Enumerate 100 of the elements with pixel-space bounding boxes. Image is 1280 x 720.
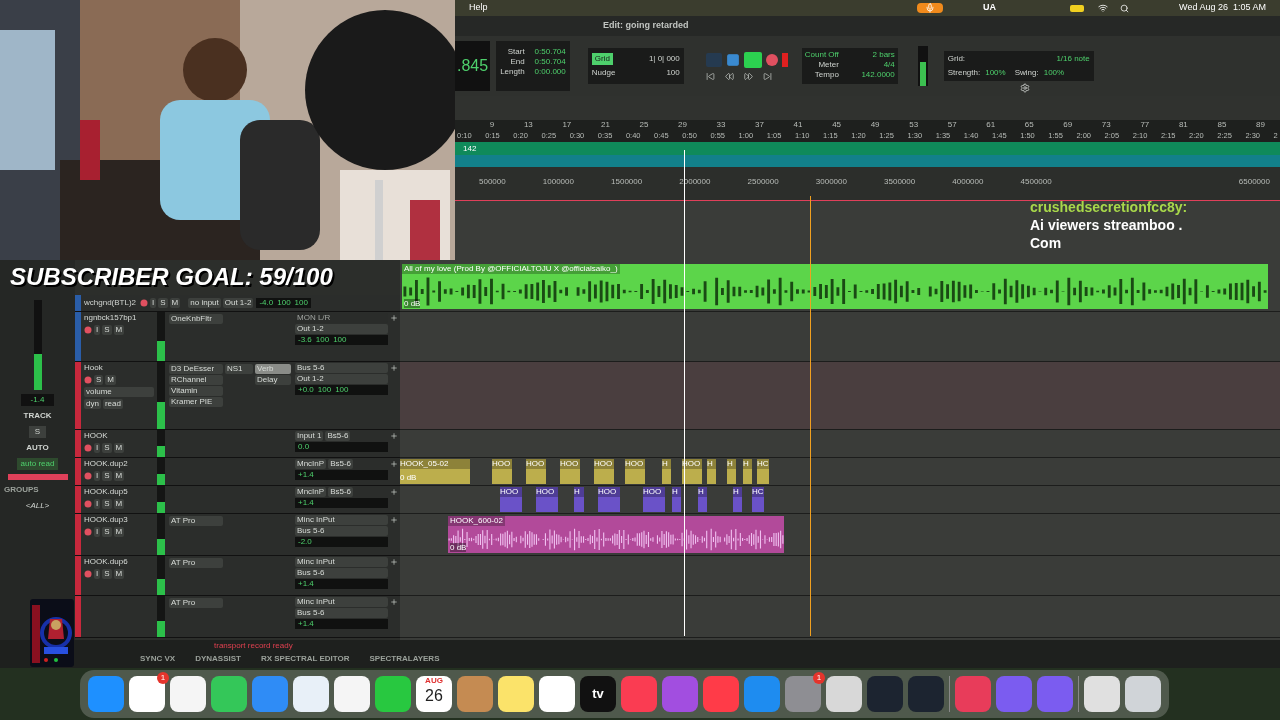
io-selector[interactable]: Minc InPut: [295, 515, 388, 525]
audio-clip[interactable]: HOOK_05-02 0 dB: [400, 459, 470, 484]
plugin-tab[interactable]: SPECTRALAYERS: [369, 653, 440, 665]
io-selector[interactable]: Bus 5-6: [295, 363, 388, 373]
add-icon[interactable]: [390, 364, 398, 372]
audio-clip[interactable]: HOO: [594, 459, 614, 484]
audio-clip[interactable]: All of my love (Prod By @OFFICIALTOJU X @officialsaiko_) 0 dB: [402, 264, 1268, 309]
track-toggle-button[interactable]: I: [94, 443, 101, 453]
io-selector[interactable]: Bs5-6: [328, 487, 354, 497]
record-enable-icon[interactable]: [140, 299, 149, 307]
audio-clip[interactable]: HOO: [526, 459, 546, 484]
audio-clip[interactable]: H: [743, 459, 752, 484]
app-icon[interactable]: [334, 676, 370, 712]
pan-value[interactable]: 100: [315, 335, 330, 345]
track-name[interactable]: Hook: [84, 363, 154, 373]
io-selector[interactable]: Bus 5-6: [295, 526, 388, 536]
track-toggle-button[interactable]: I: [94, 499, 101, 509]
audio-clip[interactable]: H: [574, 487, 584, 512]
track-toggle-button[interactable]: S: [102, 471, 112, 481]
rewind-button[interactable]: [724, 71, 734, 81]
insert-slot[interactable]: Vitamin: [169, 386, 223, 396]
track-toggle-button[interactable]: I: [94, 569, 101, 579]
volume-value[interactable]: -2.0: [298, 537, 312, 547]
insert-slot[interactable]: AT Pro: [169, 558, 223, 568]
volume-value[interactable]: -3.6: [298, 335, 312, 345]
track-header[interactable]: AT Pro Minc InPut Bus 5-6 +1.4: [75, 596, 400, 638]
app-icon[interactable]: [1125, 676, 1161, 712]
io-selector[interactable]: MncInP: [295, 487, 327, 497]
audio-clip[interactable]: HC: [752, 487, 764, 512]
track-name[interactable]: HOOK.dup6: [84, 557, 154, 567]
record-button[interactable]: [765, 53, 778, 66]
add-icon[interactable]: [390, 488, 398, 496]
view-selector[interactable]: volume: [84, 387, 154, 397]
app-icon[interactable]: [293, 676, 329, 712]
pan-value[interactable]: 100: [335, 385, 349, 395]
audio-clip[interactable]: HOO: [560, 459, 580, 484]
stop-button[interactable]: [725, 52, 740, 67]
add-icon[interactable]: [390, 314, 398, 322]
track-toggle-button[interactable]: M: [105, 375, 116, 385]
send-slot[interactable]: Delay: [255, 375, 291, 385]
track-toggle-button[interactable]: I: [94, 325, 101, 335]
volume-value[interactable]: 0.0: [298, 442, 310, 452]
track-header[interactable]: HOOK.dup5 I S M MncInP Bs5-6 +1.4: [75, 486, 400, 514]
track-toggle-button[interactable]: M: [113, 471, 125, 481]
track-toggle-button[interactable]: M: [113, 325, 125, 335]
volume-value[interactable]: +1.4: [298, 498, 314, 508]
add-icon[interactable]: [390, 460, 398, 468]
insert-slot[interactable]: AT Pro: [169, 598, 223, 608]
grid-value[interactable]: 1| 0| 000: [648, 53, 680, 65]
main-counter[interactable]: .845: [455, 41, 491, 91]
record-enable-icon[interactable]: [84, 444, 92, 452]
audio-clip[interactable]: HOO: [625, 459, 645, 484]
track-toggle-button[interactable]: I: [94, 527, 101, 537]
volume-value[interactable]: +1.4: [298, 619, 314, 629]
audio-clip[interactable]: HOO: [536, 487, 558, 512]
audio-clip[interactable]: HOO: [492, 459, 512, 484]
solo-button[interactable]: S: [28, 426, 47, 438]
io-selector[interactable]: Input 1: [295, 431, 324, 441]
volume-value[interactable]: -4.0: [259, 298, 274, 308]
track-name[interactable]: HOOK: [84, 431, 154, 441]
track-toggle-button[interactable]: S: [102, 325, 112, 335]
pan-value[interactable]: 100: [317, 385, 332, 395]
fast-forward-button[interactable]: [743, 71, 753, 81]
track-toggle-button[interactable]: M: [113, 499, 125, 509]
app-icon[interactable]: [170, 676, 206, 712]
io-selector[interactable]: Bs5-6: [325, 431, 351, 441]
io-selector[interactable]: Out 1-2: [295, 374, 388, 384]
insert-slot[interactable]: AT Pro: [169, 516, 223, 526]
audio-clip[interactable]: H: [672, 487, 681, 512]
play-button[interactable]: [743, 51, 762, 68]
settings-icon[interactable]: [1019, 83, 1030, 93]
track-header[interactable]: HOOK I S M Input 1 Bs5-6 0.0: [75, 430, 400, 458]
track-name[interactable]: HOOK.dup2: [84, 459, 154, 469]
app-icon[interactable]: [1084, 676, 1120, 712]
track-toggle-button[interactable]: S: [102, 499, 112, 509]
track-header[interactable]: HOOK.dup6 I S M AT Pro Minc InPut Bus 5-6 +1.4: [75, 556, 400, 596]
audio-clip[interactable]: HOO: [643, 487, 665, 512]
record-enable-icon[interactable]: [84, 570, 92, 578]
io-selector[interactable]: Bus 5-6: [295, 568, 388, 578]
audio-clip[interactable]: H: [662, 459, 671, 484]
track-name[interactable]: HOOK.dup3: [84, 515, 154, 525]
volume-value[interactable]: +1.4: [298, 470, 314, 480]
add-icon[interactable]: [390, 432, 398, 440]
plugin-tab[interactable]: RX SPECTRAL EDITOR: [260, 653, 350, 665]
io-selector[interactable]: Bs5-6: [328, 459, 354, 469]
track-toggle-button[interactable]: S: [94, 375, 104, 385]
track-header[interactable]: Hook S M volume dyn read D3 DeEsser RChannel Vitamin Kramer PIE NS1 Verb Delay Bus 5-6 Out 1-2 +0.0 100 100: [75, 362, 400, 430]
track-toggle-button[interactable]: M: [113, 443, 125, 453]
grid-mode-button[interactable]: Grid: [591, 53, 613, 65]
app-icon[interactable]: [539, 676, 575, 712]
group-item[interactable]: <ALL>: [25, 500, 50, 512]
track-toggle-button[interactable]: I: [94, 471, 101, 481]
track-toggle-button[interactable]: M: [113, 527, 125, 537]
automation-mode-button[interactable]: read: [102, 399, 123, 409]
audio-clip[interactable]: H: [707, 459, 716, 484]
plugin-tab[interactable]: SYNC VX: [140, 653, 176, 665]
wifi-icon[interactable]: [1098, 3, 1109, 13]
track-toggle-button[interactable]: S: [102, 527, 112, 537]
track-header[interactable]: ngnbck157bp1 I S M OneKnbFltr MON L/R Out 1-2 -3.6 100 100: [75, 312, 400, 362]
calendar-app-icon[interactable]: AUG 26: [416, 676, 452, 712]
